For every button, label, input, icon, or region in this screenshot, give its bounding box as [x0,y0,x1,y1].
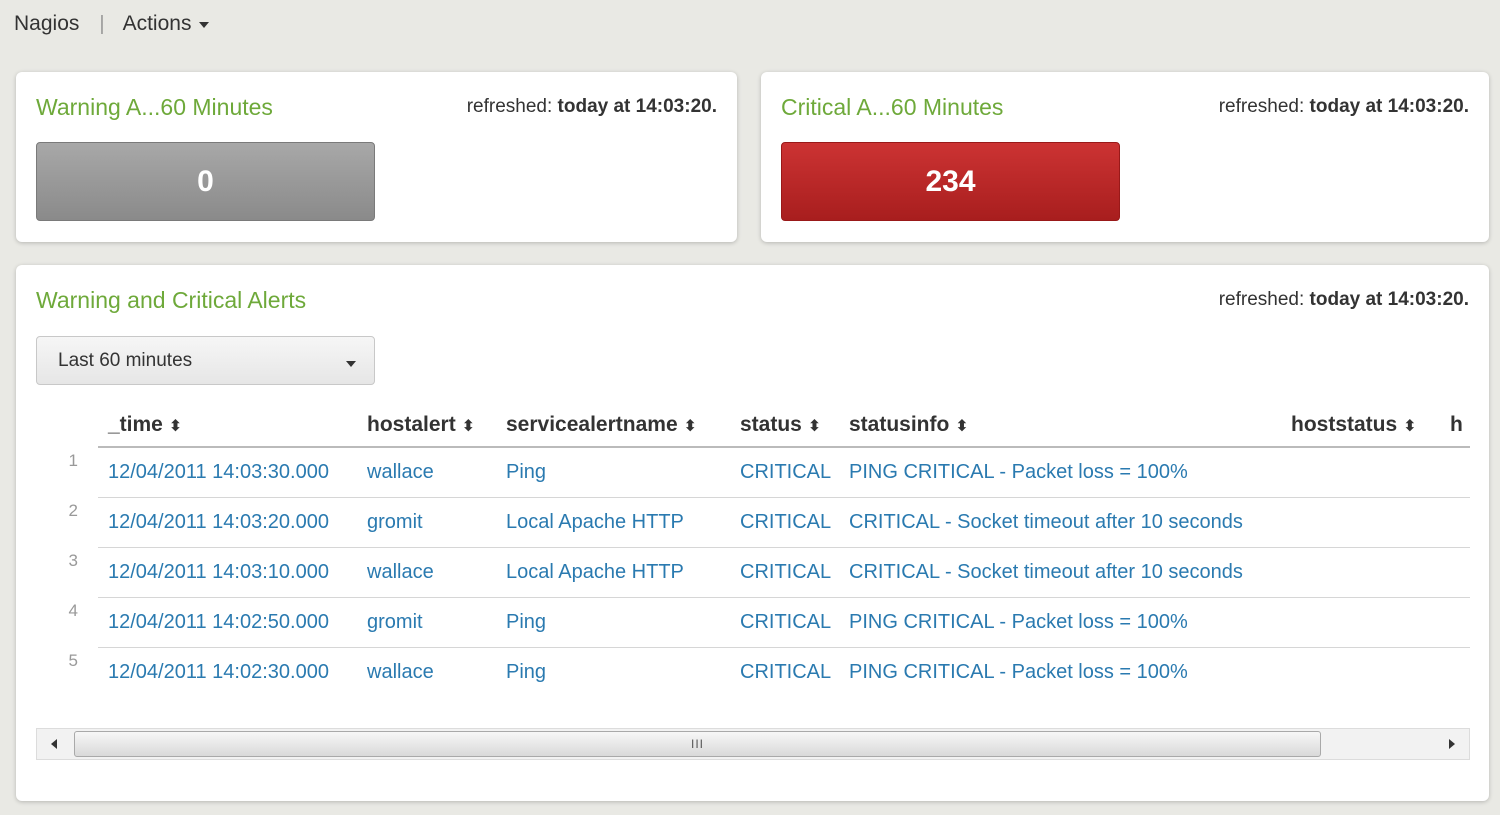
critical-alerts-panel: Critical A...60 Minutes refreshed: today… [761,72,1489,242]
cell-hostalert[interactable]: gromit [357,497,496,548]
cell-statusinfo[interactable]: PING CRITICAL - Packet loss = 100% [839,647,1281,697]
app-name[interactable]: Nagios [14,12,79,36]
cell-status[interactable]: CRITICAL [730,597,839,648]
row-number: 5 [68,651,78,670]
alerts-table-container: _time ⬍ hostalert ⬍ servicealertname ⬍ stat… [36,403,1470,697]
row-number: 2 [68,501,78,520]
warning-panel-title[interactable]: Warning A...60 Minutes [36,94,273,121]
warning-refreshed-label: refreshed: [466,96,553,117]
critical-panel-title[interactable]: Critical A...60 Minutes [781,94,1003,121]
row-number: 3 [68,551,78,570]
cell-servicealertname[interactable]: Local Apache HTTP [496,497,730,548]
row-number: 4 [68,601,78,620]
cell-status[interactable]: CRITICAL [730,497,839,548]
cell-hostalert[interactable]: wallace [357,647,496,697]
critical-refreshed: refreshed: today at 14:03:20. [1219,96,1469,118]
table-header-row: _time ⬍ hostalert ⬍ servicealertname ⬍ stat… [36,403,1470,448]
column-header-servicealertname[interactable]: servicealertname ⬍ [496,403,730,448]
cell-h [1440,647,1470,697]
cell-hostalert[interactable]: gromit [357,597,496,648]
column-header-h[interactable]: h [1440,403,1470,448]
cell-time[interactable]: 12/04/2011 14:02:50.000 [98,597,357,648]
critical-count: 234 [925,164,976,198]
time-range-select[interactable]: Last 60 minutes [36,336,375,385]
row-number: 1 [68,451,78,470]
arrow-left-icon [51,739,57,749]
warning-alerts-panel: Warning A...60 Minutes refreshed: today … [16,72,737,242]
cell-status[interactable]: CRITICAL [730,647,839,697]
cell-statusinfo[interactable]: PING CRITICAL - Packet loss = 100% [839,447,1281,498]
row-number-header [36,403,98,447]
actions-label: Actions [122,12,192,35]
cell-status[interactable]: CRITICAL [730,447,839,498]
sort-arrows-icon: ⬍ [461,417,476,435]
table-row: 3 12/04/2011 14:03:10.000 wallace Local … [36,547,1470,598]
chevron-down-icon [199,22,210,28]
critical-refreshed-label: refreshed: [1218,96,1305,117]
cell-hoststatus [1281,597,1440,648]
cell-time[interactable]: 12/04/2011 14:03:30.000 [98,447,357,498]
arrow-right-icon [1449,739,1455,749]
cell-hostalert[interactable]: wallace [357,447,496,498]
cell-statusinfo[interactable]: CRITICAL - Socket timeout after 10 secon… [839,497,1281,548]
alerts-refreshed-label: refreshed: [1218,289,1305,310]
column-header-hoststatus[interactable]: hoststatus ⬍ [1281,403,1440,448]
sort-arrows-icon: ⬍ [683,417,698,435]
alerts-refreshed-value: today at 14:03:20. [1309,289,1469,310]
cell-servicealertname[interactable]: Ping [496,447,730,498]
cell-servicealertname[interactable]: Ping [496,597,730,648]
alerts-table-panel: Warning and Critical Alerts refreshed: t… [16,265,1489,801]
cell-servicealertname[interactable]: Local Apache HTTP [496,547,730,598]
sort-arrows-icon: ⬍ [955,417,969,435]
cell-hoststatus [1281,547,1440,598]
scroll-left-button[interactable] [37,729,71,759]
alerts-refreshed: refreshed: today at 14:03:20. [1219,289,1469,311]
cell-hoststatus [1281,497,1440,548]
cell-time[interactable]: 12/04/2011 14:03:10.000 [98,547,357,598]
cell-status[interactable]: CRITICAL [730,547,839,598]
table-row: 5 12/04/2011 14:02:30.000 wallace Ping C… [36,647,1470,697]
sort-arrows-icon: ⬍ [807,417,822,435]
horizontal-scrollbar[interactable]: III [36,728,1470,760]
critical-count-badge[interactable]: 234 [781,142,1120,221]
table-row: 2 12/04/2011 14:03:20.000 gromit Local A… [36,497,1470,548]
sort-arrows-icon: ⬍ [168,417,183,435]
topbar-separator: | [99,12,105,35]
critical-refreshed-value: today at 14:03:20. [1309,96,1469,117]
cell-servicealertname[interactable]: Ping [496,647,730,697]
cell-hoststatus [1281,447,1440,498]
chevron-down-icon [346,361,356,367]
scroll-right-button[interactable] [1435,729,1469,759]
cell-time[interactable]: 12/04/2011 14:03:20.000 [98,497,357,548]
column-header-time[interactable]: _time ⬍ [98,403,357,448]
sort-arrows-icon: ⬍ [1403,417,1417,435]
alerts-table: _time ⬍ hostalert ⬍ servicealertname ⬍ stat… [36,403,1470,697]
warning-refreshed-value: today at 14:03:20. [557,96,717,117]
table-row: 4 12/04/2011 14:02:50.000 gromit Ping CR… [36,597,1470,648]
column-header-status[interactable]: status ⬍ [730,403,839,448]
scrollbar-thumb[interactable]: III [74,731,1321,757]
time-range-value: Last 60 minutes [58,349,193,371]
cell-statusinfo[interactable]: CRITICAL - Socket timeout after 10 secon… [839,547,1281,598]
warning-count: 0 [197,164,214,198]
cell-h [1440,447,1470,498]
actions-menu[interactable]: Actions [123,12,210,36]
warning-refreshed: refreshed: today at 14:03:20. [467,96,717,118]
cell-h [1440,547,1470,598]
cell-hostalert[interactable]: wallace [357,547,496,598]
scrollbar-grip: III [690,737,704,751]
cell-time[interactable]: 12/04/2011 14:02:30.000 [98,647,357,697]
alerts-panel-title[interactable]: Warning and Critical Alerts [36,287,306,314]
cell-hoststatus [1281,647,1440,697]
table-row: 1 12/04/2011 14:03:30.000 wallace Ping C… [36,447,1470,498]
column-header-hostalert[interactable]: hostalert ⬍ [357,403,496,448]
warning-count-badge[interactable]: 0 [36,142,375,221]
cell-h [1440,597,1470,648]
top-bar: Nagios | Actions [0,0,1500,48]
column-header-statusinfo[interactable]: statusinfo ⬍ [839,403,1281,448]
cell-statusinfo[interactable]: PING CRITICAL - Packet loss = 100% [839,597,1281,648]
cell-h [1440,497,1470,548]
